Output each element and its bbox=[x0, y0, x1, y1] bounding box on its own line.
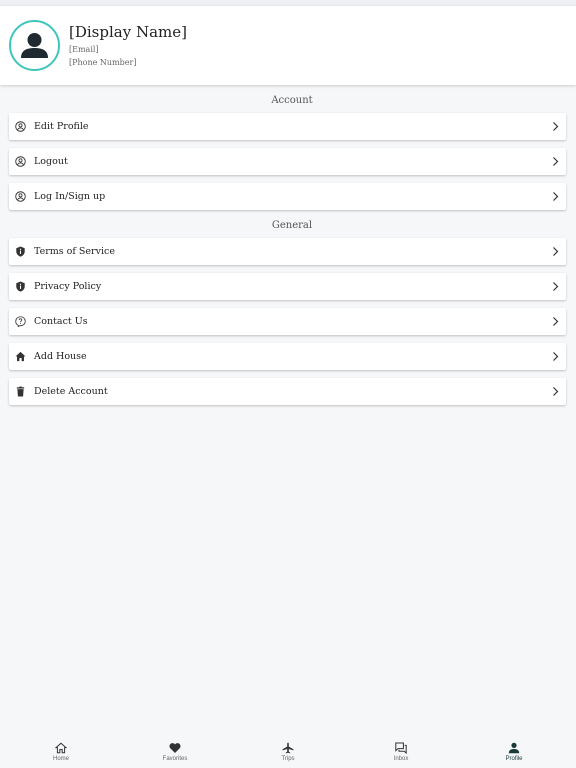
home-icon bbox=[15, 351, 26, 362]
nav-tab-profile[interactable]: Profile bbox=[484, 738, 544, 768]
add-house-row[interactable]: Add House bbox=[9, 343, 566, 370]
nav-label-trips: Trips bbox=[281, 756, 295, 762]
section-heading-label: General bbox=[271, 220, 313, 231]
logout-row[interactable]: Logout bbox=[9, 148, 566, 175]
chat-bubbles-icon bbox=[395, 742, 407, 754]
edit-profile-row[interactable]: Edit Profile bbox=[9, 113, 566, 140]
login-signup-row[interactable]: Log In/Sign up bbox=[9, 183, 566, 210]
terms-of-service-row[interactable]: Terms of Service bbox=[9, 238, 566, 265]
contact-us-label: Contact Us bbox=[34, 316, 88, 327]
section-heading-label: Account bbox=[271, 95, 313, 106]
airplane-icon bbox=[282, 742, 294, 754]
heart-icon bbox=[169, 743, 181, 753]
chevron-right-icon bbox=[553, 352, 559, 361]
nav-tab-trips[interactable]: Trips bbox=[258, 738, 318, 768]
edit-profile-label: Edit Profile bbox=[34, 121, 89, 132]
nav-label-profile: Profile bbox=[505, 756, 523, 762]
chevron-right-icon bbox=[553, 282, 559, 291]
person-icon bbox=[508, 742, 520, 754]
shield-info-icon bbox=[16, 281, 25, 292]
email-text: [Email] bbox=[69, 45, 99, 54]
question-bubble-icon bbox=[15, 316, 26, 327]
privacy-policy-row[interactable]: Privacy Policy bbox=[9, 273, 566, 300]
delete-account-row[interactable]: Delete Account bbox=[9, 378, 566, 405]
add-house-label: Add House bbox=[34, 351, 87, 362]
display-name: [Display Name] bbox=[69, 23, 187, 41]
nav-tab-inbox[interactable]: Inbox bbox=[371, 738, 431, 768]
terms-of-service-label: Terms of Service bbox=[34, 246, 115, 257]
nav-tab-favorites[interactable]: Favorites bbox=[145, 738, 205, 768]
user-circle-icon bbox=[15, 156, 26, 167]
trash-icon bbox=[16, 386, 25, 397]
nav-label-inbox: Inbox bbox=[393, 756, 409, 762]
nav-label-favorites: Favorites bbox=[162, 756, 188, 762]
login-signup-label: Log In/Sign up bbox=[34, 191, 106, 202]
nav-tab-home[interactable]: Home bbox=[31, 738, 91, 768]
user-circle-icon bbox=[15, 191, 26, 202]
chevron-right-icon bbox=[553, 317, 559, 326]
person-icon bbox=[21, 33, 48, 58]
chevron-right-icon bbox=[553, 387, 559, 396]
shield-info-icon bbox=[16, 246, 25, 257]
chevron-right-icon bbox=[553, 157, 559, 166]
logout-label: Logout bbox=[34, 156, 68, 167]
chevron-right-icon bbox=[553, 247, 559, 256]
contact-us-row[interactable]: Contact Us bbox=[9, 308, 566, 335]
avatar[interactable] bbox=[9, 20, 60, 71]
nav-label-home: Home bbox=[52, 756, 69, 762]
privacy-policy-label: Privacy Policy bbox=[34, 281, 102, 292]
profile-header: [Display Name] [Email] [Phone Number] bbox=[0, 6, 576, 85]
phone-text: [Phone Number] bbox=[69, 58, 137, 67]
chevron-right-icon bbox=[553, 122, 559, 131]
delete-account-label: Delete Account bbox=[34, 386, 108, 397]
user-circle-icon bbox=[15, 121, 26, 132]
chevron-right-icon bbox=[553, 192, 559, 201]
home-icon bbox=[55, 742, 67, 754]
bottom-navigation: Home Favorites Trips Inbox Profile bbox=[0, 738, 576, 768]
